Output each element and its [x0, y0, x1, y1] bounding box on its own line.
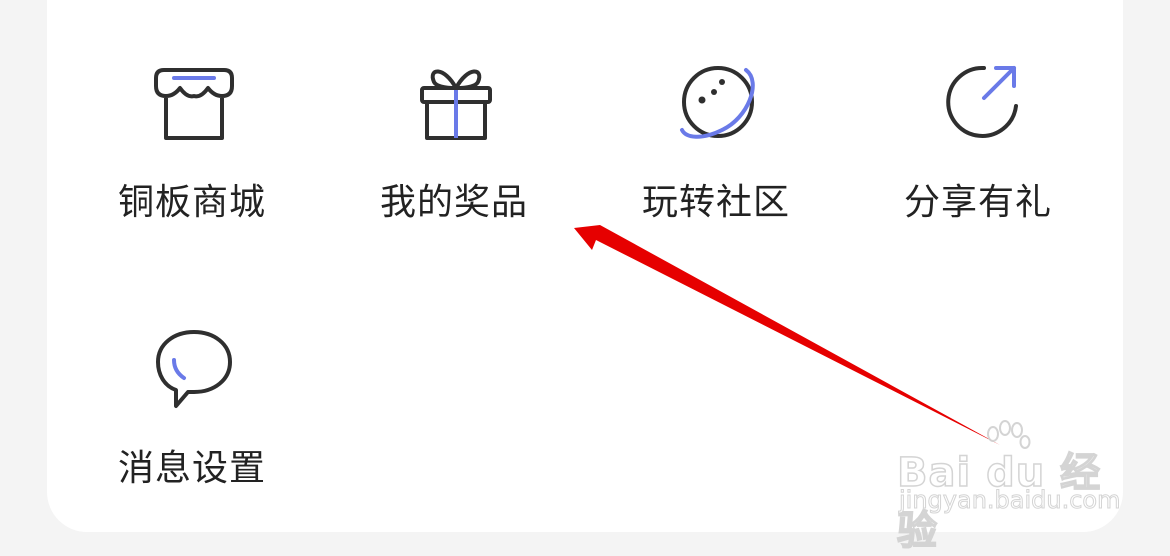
- menu-item-label: 分享有礼: [903, 182, 1052, 223]
- watermark-url: jingyan.baidu.com: [898, 486, 1121, 515]
- menu-item-share[interactable]: 分享有礼: [858, 60, 1098, 260]
- menu-item-label: 铜板商城: [117, 182, 266, 223]
- store-icon: [154, 68, 234, 140]
- share-icon: [946, 65, 1018, 138]
- menu-item-gift[interactable]: 我的奖品: [334, 60, 574, 260]
- menu-item-label: 我的奖品: [379, 182, 528, 223]
- menu-item-community[interactable]: 玩转社区: [596, 60, 836, 260]
- planet-icon: [680, 66, 755, 139]
- chat-bubble-icon: [156, 330, 232, 408]
- menu-item-label: 玩转社区: [641, 182, 790, 223]
- menu-item-store[interactable]: 铜板商城: [72, 60, 312, 260]
- menu-item-label: 消息设置: [117, 448, 266, 489]
- menu-item-message-settings[interactable]: 消息设置: [72, 326, 312, 526]
- baidu-jingyan-watermark: Bai du 经验 jingyan.baidu.com: [895, 420, 1121, 555]
- gift-icon: [420, 69, 492, 140]
